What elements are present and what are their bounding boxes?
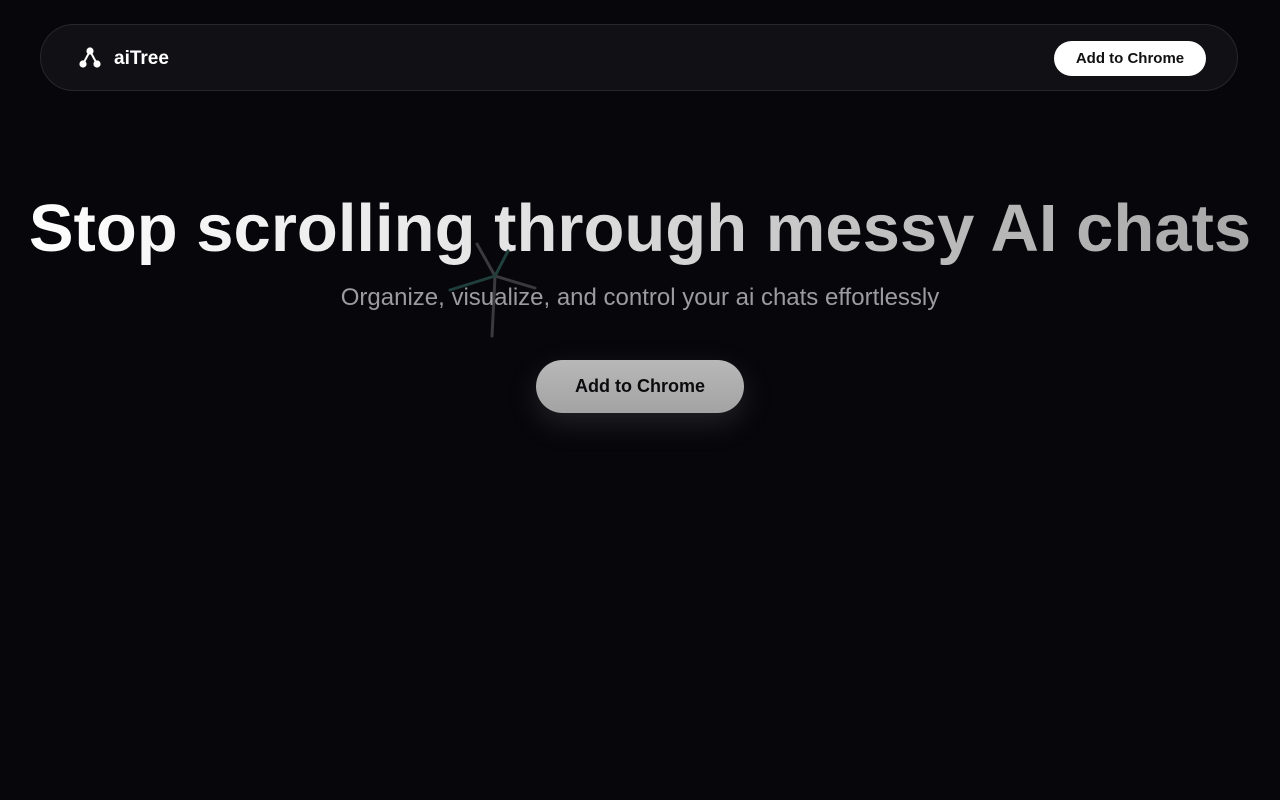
hero-subtitle: Organize, visualize, and control your ai…: [340, 284, 940, 311]
brand-logo-link[interactable]: aiTree: [77, 25, 169, 92]
brand-name: aiTree: [114, 47, 169, 69]
hero-title: Stop scrolling through messy AI chats: [0, 192, 1280, 266]
tree-nodes-icon: [79, 46, 101, 68]
add-to-chrome-nav-button[interactable]: Add to Chrome: [1054, 41, 1206, 76]
landing-page: aiTree Add to Chrome Stop scrolling thro…: [0, 0, 1280, 800]
top-navbar: aiTree Add to Chrome: [40, 24, 1238, 91]
add-to-chrome-hero-button[interactable]: Add to Chrome: [536, 360, 744, 413]
